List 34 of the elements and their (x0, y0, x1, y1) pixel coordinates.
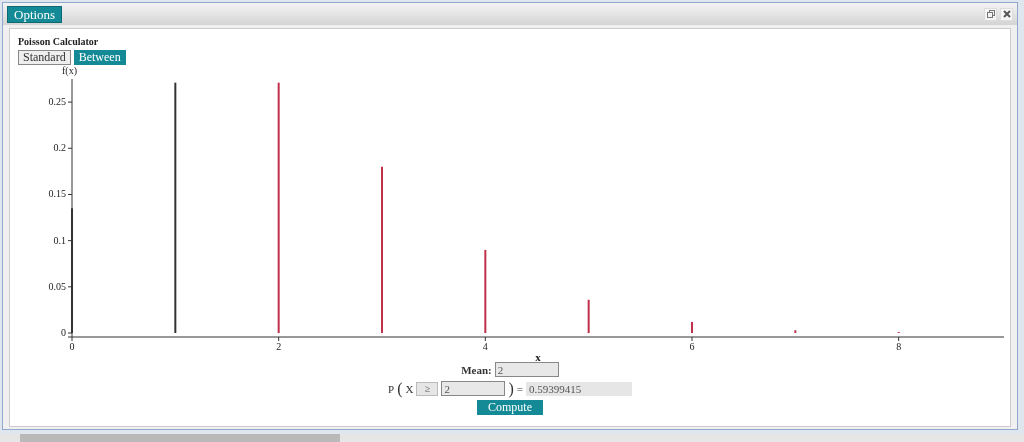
x-axis-label: x (535, 351, 541, 363)
close-paren: ) (508, 381, 514, 396)
mean-field[interactable]: 2 (494, 362, 559, 377)
variable-label: X (405, 382, 414, 395)
close-icon (1002, 10, 1011, 18)
probability-label: P (388, 382, 395, 395)
x-field[interactable]: 2 (441, 381, 506, 396)
compute-button[interactable]: Compute (477, 400, 543, 415)
options-button[interactable]: Options (7, 5, 63, 23)
y-axis-label: f(x) (62, 65, 77, 76)
x-tick-label: 6 (689, 341, 695, 352)
x-tick-label: 4 (482, 341, 488, 352)
operator-button[interactable]: ≥ (416, 381, 439, 396)
y-tick-label: 0.25 (48, 96, 66, 108)
y-tick-label: 0.2 (53, 142, 66, 154)
mode-tab[interactable]: Standard (18, 50, 71, 65)
x-tick-label: 2 (276, 341, 282, 352)
open-paren: ( (397, 381, 403, 396)
y-tick-label: 0.1 (53, 234, 66, 246)
y-tick-label: 0.15 (48, 188, 66, 200)
x-tick-label: 0 (69, 341, 75, 352)
restore-icon (986, 10, 995, 18)
close-button[interactable] (1000, 7, 1013, 21)
calculator-title: Poisson Calculator (18, 36, 100, 47)
x-tick-label: 8 (896, 341, 902, 352)
scroll-thumb[interactable] (20, 434, 340, 442)
y-tick-label: 0 (61, 327, 66, 338)
y-tick-label: 0.05 (48, 280, 66, 292)
scroll-bar[interactable] (0, 434, 1024, 442)
equals-sign: = (516, 382, 523, 395)
result-field: 0.59399415 (525, 381, 632, 396)
restore-button[interactable] (984, 7, 997, 21)
mode-tab[interactable]: Between (73, 50, 126, 65)
mean-label: Mean: (461, 363, 492, 376)
